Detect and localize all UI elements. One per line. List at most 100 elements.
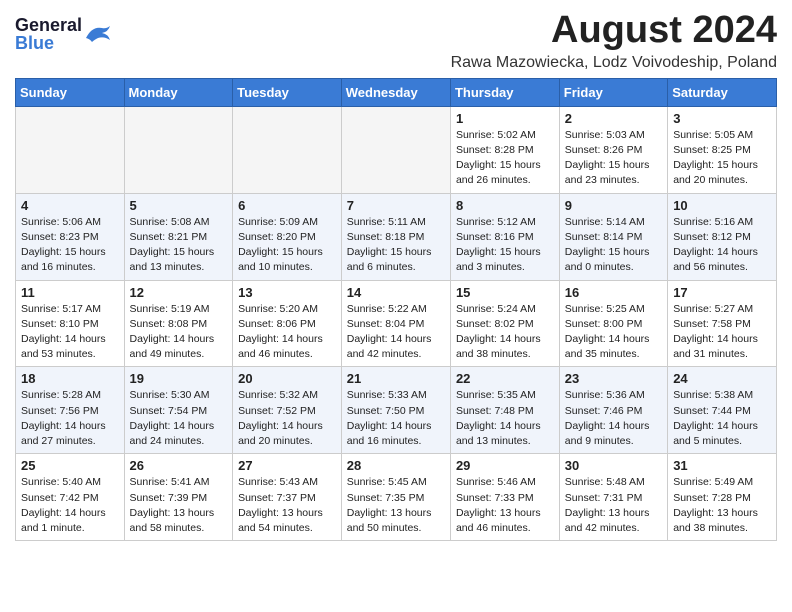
day-info: Sunrise: 5:32 AM Sunset: 7:52 PM Dayligh… [238,388,336,449]
day-number: 15 [456,285,554,300]
day-cell-21: 21 Sunrise: 5:33 AM Sunset: 7:50 PM Dayli… [341,367,450,454]
day-cell-28: 28 Sunrise: 5:45 AM Sunset: 7:35 PM Dayli… [341,454,450,541]
weekday-header-row: SundayMondayTuesdayWednesdayThursdayFrid… [16,78,777,106]
day-cell-16: 16 Sunrise: 5:25 AM Sunset: 8:00 PM Dayli… [559,280,667,367]
day-cell-6: 6 Sunrise: 5:09 AM Sunset: 8:20 PM Daylig… [233,193,342,280]
day-cell-11: 11 Sunrise: 5:17 AM Sunset: 8:10 PM Dayli… [16,280,125,367]
day-info: Sunrise: 5:38 AM Sunset: 7:44 PM Dayligh… [673,388,771,449]
day-info: Sunrise: 5:41 AM Sunset: 7:39 PM Dayligh… [130,475,228,536]
day-number: 25 [21,458,119,473]
day-info: Sunrise: 5:11 AM Sunset: 8:18 PM Dayligh… [347,215,445,276]
day-number: 30 [565,458,662,473]
calendar-table: SundayMondayTuesdayWednesdayThursdayFrid… [15,78,777,541]
day-number: 8 [456,198,554,213]
logo-bird-icon [84,24,112,44]
day-cell-2: 2 Sunrise: 5:03 AM Sunset: 8:26 PM Daylig… [559,106,667,193]
week-row-3: 11 Sunrise: 5:17 AM Sunset: 8:10 PM Dayli… [16,280,777,367]
title-block: August 2024 Rawa Mazowiecka, Lodz Voivod… [451,10,777,72]
day-number: 24 [673,371,771,386]
day-info: Sunrise: 5:28 AM Sunset: 7:56 PM Dayligh… [21,388,119,449]
day-info: Sunrise: 5:09 AM Sunset: 8:20 PM Dayligh… [238,215,336,276]
day-number: 17 [673,285,771,300]
day-info: Sunrise: 5:16 AM Sunset: 8:12 PM Dayligh… [673,215,771,276]
day-info: Sunrise: 5:33 AM Sunset: 7:50 PM Dayligh… [347,388,445,449]
day-info: Sunrise: 5:45 AM Sunset: 7:35 PM Dayligh… [347,475,445,536]
weekday-header-tuesday: Tuesday [233,78,342,106]
day-cell-25: 25 Sunrise: 5:40 AM Sunset: 7:42 PM Dayli… [16,454,125,541]
day-info: Sunrise: 5:17 AM Sunset: 8:10 PM Dayligh… [21,302,119,363]
day-cell-18: 18 Sunrise: 5:28 AM Sunset: 7:56 PM Dayli… [16,367,125,454]
day-number: 29 [456,458,554,473]
day-cell-8: 8 Sunrise: 5:12 AM Sunset: 8:16 PM Daylig… [450,193,559,280]
day-cell-13: 13Sunrise: 5:20 AM Sunset: 8:06 PM Dayli… [233,280,342,367]
subtitle: Rawa Mazowiecka, Lodz Voivodeship, Polan… [451,54,777,72]
day-info: Sunrise: 5:03 AM Sunset: 8:26 PM Dayligh… [565,128,662,189]
week-row-1: 1Sunrise: 5:02 AM Sunset: 8:28 PM Daylig… [16,106,777,193]
day-number: 19 [130,371,228,386]
day-number: 4 [21,198,119,213]
day-info: Sunrise: 5:05 AM Sunset: 8:25 PM Dayligh… [673,128,771,189]
day-cell-3: 3Sunrise: 5:05 AM Sunset: 8:25 PM Daylig… [668,106,777,193]
day-number: 5 [130,198,228,213]
weekday-header-sunday: Sunday [16,78,125,106]
day-info: Sunrise: 5:27 AM Sunset: 7:58 PM Dayligh… [673,302,771,363]
day-cell-26: 26 Sunrise: 5:41 AM Sunset: 7:39 PM Dayli… [124,454,233,541]
day-info: Sunrise: 5:06 AM Sunset: 8:23 PM Dayligh… [21,215,119,276]
weekday-header-monday: Monday [124,78,233,106]
day-number: 1 [456,111,554,126]
day-info: Sunrise: 5:46 AM Sunset: 7:33 PM Dayligh… [456,475,554,536]
page-header: General Blue August 2024 Rawa Mazowiecka… [15,10,777,72]
logo: General Blue [15,10,112,52]
week-row-5: 25 Sunrise: 5:40 AM Sunset: 7:42 PM Dayli… [16,454,777,541]
day-number: 16 [565,285,662,300]
day-number: 2 [565,111,662,126]
day-number: 6 [238,198,336,213]
day-cell-17: 17 Sunrise: 5:27 AM Sunset: 7:58 PM Dayli… [668,280,777,367]
empty-cell [233,106,342,193]
empty-cell [124,106,233,193]
day-cell-1: 1Sunrise: 5:02 AM Sunset: 8:28 PM Daylig… [450,106,559,193]
week-row-2: 4 Sunrise: 5:06 AM Sunset: 8:23 PM Daylig… [16,193,777,280]
day-info: Sunrise: 5:30 AM Sunset: 7:54 PM Dayligh… [130,388,228,449]
day-cell-23: 23Sunrise: 5:36 AM Sunset: 7:46 PM Dayli… [559,367,667,454]
day-cell-22: 22 Sunrise: 5:35 AM Sunset: 7:48 PM Dayli… [450,367,559,454]
empty-cell [16,106,125,193]
day-info: Sunrise: 5:24 AM Sunset: 8:02 PM Dayligh… [456,302,554,363]
day-info: Sunrise: 5:35 AM Sunset: 7:48 PM Dayligh… [456,388,554,449]
day-number: 22 [456,371,554,386]
weekday-header-saturday: Saturday [668,78,777,106]
day-info: Sunrise: 5:25 AM Sunset: 8:00 PM Dayligh… [565,302,662,363]
empty-cell [341,106,450,193]
day-number: 18 [21,371,119,386]
day-number: 14 [347,285,445,300]
day-cell-31: 31 Sunrise: 5:49 AM Sunset: 7:28 PM Dayli… [668,454,777,541]
main-title: August 2024 [451,10,777,52]
day-info: Sunrise: 5:22 AM Sunset: 8:04 PM Dayligh… [347,302,445,363]
day-cell-7: 7 Sunrise: 5:11 AM Sunset: 8:18 PM Daylig… [341,193,450,280]
day-cell-5: 5Sunrise: 5:08 AM Sunset: 8:21 PM Daylig… [124,193,233,280]
day-number: 21 [347,371,445,386]
day-number: 27 [238,458,336,473]
day-info: Sunrise: 5:48 AM Sunset: 7:31 PM Dayligh… [565,475,662,536]
day-cell-27: 27 Sunrise: 5:43 AM Sunset: 7:37 PM Dayli… [233,454,342,541]
day-number: 12 [130,285,228,300]
day-cell-30: 30 Sunrise: 5:48 AM Sunset: 7:31 PM Dayli… [559,454,667,541]
day-info: Sunrise: 5:12 AM Sunset: 8:16 PM Dayligh… [456,215,554,276]
day-number: 10 [673,198,771,213]
day-number: 7 [347,198,445,213]
day-number: 11 [21,285,119,300]
day-number: 31 [673,458,771,473]
day-info: Sunrise: 5:20 AM Sunset: 8:06 PM Dayligh… [238,302,336,363]
day-info: Sunrise: 5:14 AM Sunset: 8:14 PM Dayligh… [565,215,662,276]
day-info: Sunrise: 5:49 AM Sunset: 7:28 PM Dayligh… [673,475,771,536]
day-cell-10: 10 Sunrise: 5:16 AM Sunset: 8:12 PM Dayli… [668,193,777,280]
day-info: Sunrise: 5:19 AM Sunset: 8:08 PM Dayligh… [130,302,228,363]
day-number: 28 [347,458,445,473]
weekday-header-thursday: Thursday [450,78,559,106]
day-info: Sunrise: 5:40 AM Sunset: 7:42 PM Dayligh… [21,475,119,536]
weekday-header-friday: Friday [559,78,667,106]
day-info: Sunrise: 5:43 AM Sunset: 7:37 PM Dayligh… [238,475,336,536]
day-cell-29: 29 Sunrise: 5:46 AM Sunset: 7:33 PM Dayli… [450,454,559,541]
day-cell-24: 24 Sunrise: 5:38 AM Sunset: 7:44 PM Dayli… [668,367,777,454]
day-number: 26 [130,458,228,473]
